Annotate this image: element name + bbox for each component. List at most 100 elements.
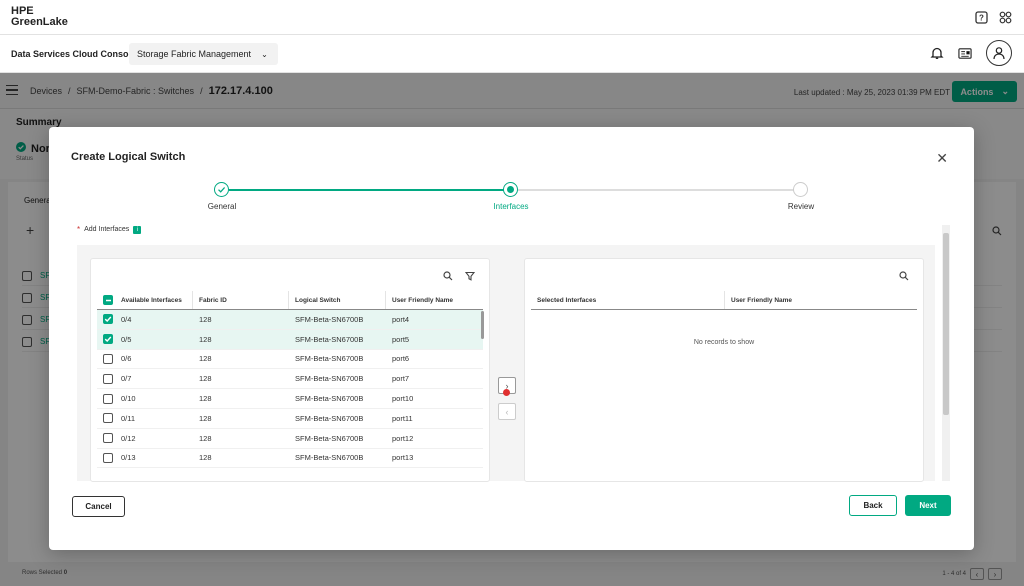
cell-switch: SFM-Beta-SN6700B xyxy=(295,314,364,324)
cell-fabric: 128 xyxy=(199,334,212,344)
table-row[interactable]: 0/4 128 SFM-Beta-SN6700B port4 xyxy=(97,310,483,330)
table-row[interactable]: 0/7 128 SFM-Beta-SN6700B port7 xyxy=(97,369,483,390)
column-user-friendly-name[interactable]: User Friendly Name xyxy=(725,291,917,309)
cell-iface: 0/7 xyxy=(121,374,132,384)
selected-interfaces-panel: Selected Interfaces User Friendly Name N… xyxy=(524,258,924,482)
cell-switch: SFM-Beta-SN6700B xyxy=(295,354,364,364)
top-bar: HPE GreenLake ? xyxy=(0,0,1024,35)
cell-switch: SFM-Beta-SN6700B xyxy=(295,433,364,443)
cell-switch: SFM-Beta-SN6700B xyxy=(295,413,364,423)
row-checkbox[interactable] xyxy=(103,393,113,404)
search-icon[interactable] xyxy=(899,271,909,284)
step-review-dot-icon[interactable] xyxy=(793,182,808,197)
cell-name: port7 xyxy=(392,374,410,384)
cell-name: port13 xyxy=(392,453,414,463)
user-avatar-icon[interactable] xyxy=(986,40,1012,66)
table-row[interactable]: 0/12 128 SFM-Beta-SN6700B port12 xyxy=(97,429,483,449)
cell-fabric: 128 xyxy=(199,314,212,324)
row-checkbox[interactable] xyxy=(103,373,113,384)
create-logical-switch-dialog: Create Logical Switch ✕ General Interfac… xyxy=(49,127,974,550)
row-checkbox[interactable] xyxy=(103,334,113,345)
move-left-button[interactable]: ‹ xyxy=(498,403,516,420)
column-user-friendly-name[interactable]: User Friendly Name xyxy=(386,291,483,309)
cell-switch: SFM-Beta-SN6700B xyxy=(295,453,364,463)
add-interfaces-label: * Add Interfaces i xyxy=(77,225,142,234)
table-row[interactable]: 0/6 128 SFM-Beta-SN6700B port6 xyxy=(97,350,483,370)
help-icon[interactable]: ? xyxy=(974,10,988,24)
cell-iface: 0/4 xyxy=(121,314,132,324)
cell-fabric: 128 xyxy=(199,413,212,423)
search-icon[interactable] xyxy=(443,271,453,284)
back-button[interactable]: Back xyxy=(849,495,897,516)
dialog-scrollbar[interactable] xyxy=(942,225,950,481)
next-button[interactable]: Next xyxy=(905,495,951,516)
row-checkbox[interactable] xyxy=(103,452,113,463)
row-checkbox[interactable] xyxy=(103,353,113,364)
logo-line-2: GreenLake xyxy=(11,16,68,28)
console-bar: Data Services Cloud Console Storage Fabr… xyxy=(0,35,1024,73)
table-row[interactable]: 0/5 128 SFM-Beta-SN6700B port5 xyxy=(97,329,483,350)
cell-iface: 0/11 xyxy=(121,413,136,423)
cell-iface: 0/10 xyxy=(121,394,136,404)
step-connector-done xyxy=(229,189,511,191)
step-general-label: General xyxy=(207,202,237,211)
cell-fabric: 128 xyxy=(199,374,212,384)
column-logical-switch[interactable]: Logical Switch xyxy=(289,291,386,309)
cell-name: port12 xyxy=(392,433,414,443)
row-checkbox[interactable] xyxy=(103,413,113,424)
selected-grid-header: Selected Interfaces User Friendly Name xyxy=(531,291,917,310)
table-row[interactable]: 0/10 128 SFM-Beta-SN6700B port10 xyxy=(97,389,483,409)
grid-scrollbar[interactable] xyxy=(481,311,485,481)
cell-name: port5 xyxy=(392,334,410,344)
chevron-down-icon: ⌄ xyxy=(261,49,268,59)
dialog-title: Create Logical Switch xyxy=(71,151,186,163)
step-interfaces-dot-icon[interactable] xyxy=(503,182,518,197)
hpe-greenlake-logo[interactable]: HPE GreenLake xyxy=(11,6,68,28)
cell-fabric: 128 xyxy=(199,354,212,364)
step-review-label: Review xyxy=(787,202,815,211)
mouse-cursor-marker xyxy=(503,389,510,396)
cancel-button[interactable]: Cancel xyxy=(72,496,125,517)
filter-icon[interactable] xyxy=(464,271,476,284)
close-icon[interactable]: ✕ xyxy=(936,150,948,167)
cell-fabric: 128 xyxy=(199,433,212,443)
step-connector-pending xyxy=(518,189,800,191)
console-title: Data Services Cloud Console xyxy=(11,49,137,59)
required-marker: * xyxy=(77,225,81,234)
cell-name: port10 xyxy=(392,394,414,404)
available-interfaces-panel: Available Interfaces Fabric ID Logical S… xyxy=(90,258,490,482)
cell-switch: SFM-Beta-SN6700B xyxy=(295,334,364,344)
app-grid-icon[interactable] xyxy=(998,10,1012,24)
cell-fabric: 128 xyxy=(199,394,212,404)
available-grid-header: Available Interfaces Fabric ID Logical S… xyxy=(97,291,483,310)
cell-name: port11 xyxy=(392,413,413,423)
app-selector-label: Storage Fabric Management xyxy=(137,49,252,59)
column-selected-interfaces[interactable]: Selected Interfaces xyxy=(531,291,725,309)
cell-switch: SFM-Beta-SN6700B xyxy=(295,394,364,404)
empty-state-message: No records to show xyxy=(693,339,755,346)
bell-icon[interactable] xyxy=(930,46,944,60)
info-icon[interactable]: i xyxy=(133,225,142,234)
table-row[interactable]: 0/11 128 SFM-Beta-SN6700B port11 xyxy=(97,409,483,429)
news-icon[interactable] xyxy=(958,46,972,60)
table-row[interactable]: 0/13 128 SFM-Beta-SN6700B port13 xyxy=(97,449,483,469)
cell-name: port6 xyxy=(392,354,410,364)
svg-text:?: ? xyxy=(979,13,984,22)
column-available-interfaces[interactable]: Available Interfaces xyxy=(97,291,193,309)
cell-iface: 0/6 xyxy=(121,354,132,364)
cell-name: port4 xyxy=(392,314,410,324)
select-all-checkbox[interactable] xyxy=(103,295,113,305)
cell-fabric: 128 xyxy=(199,453,212,463)
cell-iface: 0/5 xyxy=(121,334,132,344)
step-interfaces-label: Interfaces xyxy=(493,202,529,211)
row-checkbox[interactable] xyxy=(103,433,113,444)
cell-iface: 0/12 xyxy=(121,433,136,443)
app-selector[interactable]: Storage Fabric Management ⌄ xyxy=(129,43,278,65)
available-grid-body: 0/4 128 SFM-Beta-SN6700B port4 0/5 128 SFM-Bet… xyxy=(97,310,483,469)
chevron-left-icon: ‹ xyxy=(505,406,509,417)
column-fabric-id[interactable]: Fabric ID xyxy=(193,291,289,309)
cell-iface: 0/13 xyxy=(121,453,136,463)
step-general-check-icon[interactable] xyxy=(214,182,229,197)
cell-switch: SFM-Beta-SN6700B xyxy=(295,374,364,384)
row-checkbox[interactable] xyxy=(103,314,113,325)
